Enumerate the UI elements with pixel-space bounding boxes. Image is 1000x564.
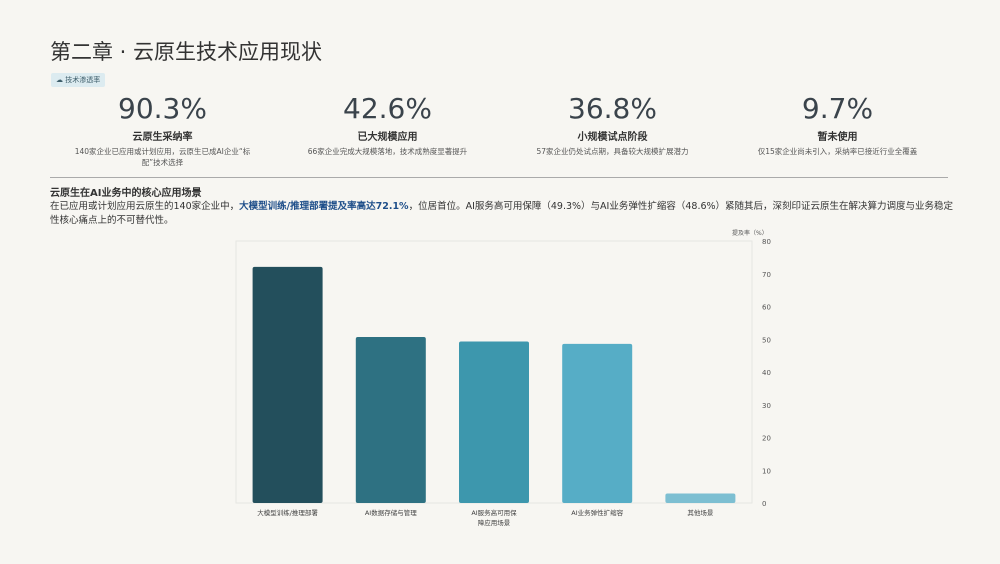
x-tick-label: AI数据存储与管理	[365, 508, 417, 517]
x-tick-label: 大模型训练/推理部署	[257, 508, 318, 517]
y-tick-label: 20	[762, 435, 771, 443]
y-tick-label: 70	[762, 271, 771, 279]
y-tick-label: 0	[762, 500, 766, 508]
y-tick-label: 10	[762, 467, 771, 475]
x-tick-label: 障应用场景	[478, 518, 511, 527]
bar	[665, 493, 736, 503]
bar-chart: 0 10 20 30 40 50 60 70 80提及率（%） 大模型训练/推理部署 AI数据存储与…	[235, 229, 771, 527]
x-tick-label: 其他场景	[687, 508, 714, 517]
bar	[355, 336, 426, 503]
y-axis-label: 提及率（%）	[732, 229, 768, 237]
y-tick-label: 50	[762, 336, 771, 344]
y-tick-label: 80	[762, 238, 771, 246]
bar	[562, 343, 633, 503]
y-tick-label: 30	[762, 402, 771, 410]
y-tick-label: 60	[762, 304, 771, 312]
y-tick-label: 40	[762, 369, 771, 377]
x-tick-label: AI服务高可用保	[471, 508, 517, 517]
bar	[252, 266, 323, 503]
x-tick-label: AI业务弹性扩缩容	[571, 508, 623, 517]
bar	[459, 341, 529, 503]
